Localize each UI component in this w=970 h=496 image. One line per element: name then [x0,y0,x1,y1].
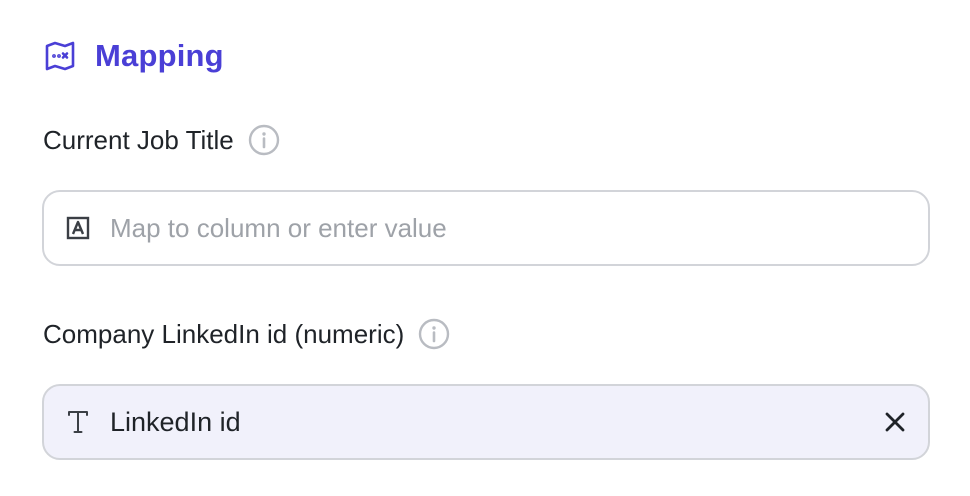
close-icon[interactable] [880,407,910,437]
field-label-text: Company LinkedIn id (numeric) [43,318,405,349]
field-label-current-job-title: Current Job Title [43,124,280,156]
mapping-panel: Mapping Current Job Title Company Linked… [0,0,970,496]
current-job-title-input-box[interactable] [42,190,930,266]
company-linkedin-id-input-box[interactable]: LinkedIn id [42,384,930,460]
info-icon[interactable] [248,124,280,156]
text-type-t-icon [64,408,92,436]
text-box-a-icon [64,214,92,242]
section-title: Mapping [95,38,224,73]
section-header: Mapping [43,36,224,76]
info-icon[interactable] [418,318,450,350]
company-linkedin-id-value[interactable]: LinkedIn id [110,407,862,438]
map-icon [43,39,77,73]
current-job-title-input[interactable] [110,212,910,244]
field-label-company-linkedin-id: Company LinkedIn id (numeric) [43,318,450,350]
field-label-text: Current Job Title [43,124,234,155]
